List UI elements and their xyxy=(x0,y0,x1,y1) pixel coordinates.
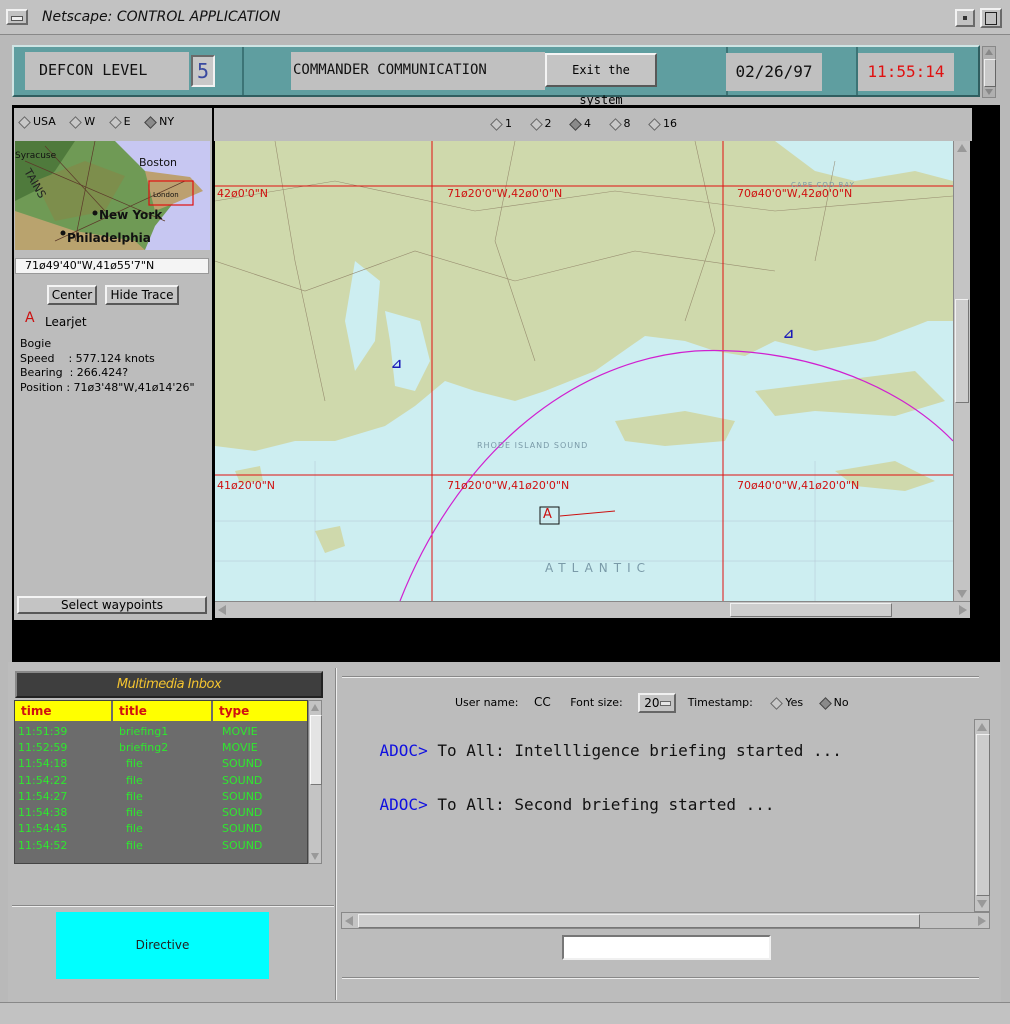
inbox-rows: 11:51:39 briefing1 MOVIE 11:52:59 briefing2… xyxy=(15,723,307,853)
zoom-option-16[interactable]: 16 xyxy=(648,117,677,131)
select-waypoints-button[interactable]: Select waypoints xyxy=(17,596,207,614)
chat-message-area[interactable]: ADOC> To All: Intellligence briefing sta… xyxy=(341,719,974,912)
region-selector: USA W E NY xyxy=(18,115,208,131)
hide-trace-button[interactable]: Hide Trace xyxy=(105,285,179,305)
map-vertical-scrollbar[interactable] xyxy=(953,141,970,601)
overview-label-syracuse: Syracuse xyxy=(15,151,57,161)
aircraft-track-icon[interactable]: A xyxy=(543,507,552,522)
map-horizontal-scrollbar[interactable] xyxy=(215,601,970,618)
username-value: CC xyxy=(533,695,551,709)
zoom-option-8[interactable]: 8 xyxy=(608,117,631,131)
zoom-selector: 1 2 4 8 16 xyxy=(490,117,710,133)
bogie-label: Bogie xyxy=(20,337,52,350)
inbox-col-type[interactable]: type xyxy=(213,701,307,721)
exit-system-button[interactable]: Exit the system xyxy=(545,53,657,107)
inbox-title: Multimedia Inbox xyxy=(15,671,323,698)
bogie-position: Position : 71ø3'48"W,41ø14'26" xyxy=(20,381,195,394)
clock-display: 11:55:14 xyxy=(858,53,954,91)
map-label-cape-cod-bay: CAPE COD BAY xyxy=(791,181,855,189)
region-option-usa[interactable]: USA xyxy=(18,115,56,129)
chat-vertical-scrollbar[interactable] xyxy=(974,719,990,912)
grid-label-71-20w-42n: 71ø20'0"W,42ø0'0"N xyxy=(447,187,563,200)
inbox-table: time title type 11:51:39 briefing1 MOVIE 1… xyxy=(14,700,308,864)
font-size-select[interactable]: 20 xyxy=(638,693,677,713)
overview-label-philadelphia: Philadelphia xyxy=(67,231,151,245)
chat-horizontal-scrollbar[interactable] xyxy=(341,912,990,929)
bogie-bearing: Bearing : 266.424? xyxy=(20,366,129,379)
inbox-scrollbar[interactable] xyxy=(308,700,322,864)
commander-communication-label: COMMANDER COMMUNICATION xyxy=(291,52,545,90)
aircraft-name: Learjet xyxy=(45,315,87,329)
overview-map[interactable]: Syracuse Boston TAINS London New York Ph… xyxy=(15,141,210,250)
region-option-e[interactable]: E xyxy=(108,115,131,129)
inbox-col-title[interactable]: title xyxy=(113,701,213,721)
timestamp-label: Timestamp: xyxy=(687,696,753,709)
chat-top-divider xyxy=(342,676,979,678)
inbox-header: time title type xyxy=(15,701,307,721)
table-row[interactable]: 11:51:39 briefing1 MOVIE xyxy=(15,723,307,739)
waypoint-icon[interactable]: ⊿ xyxy=(783,327,794,342)
region-option-w[interactable]: W xyxy=(69,115,95,129)
table-row[interactable]: 11:54:38 file SOUND xyxy=(15,804,307,820)
grid-label-41-20n: 41ø20'0"N xyxy=(217,479,276,492)
overview-label-london: London xyxy=(153,191,179,199)
map-label-rhode-island-sound: RHODE ISLAND SOUND xyxy=(477,441,589,450)
chat-input[interactable] xyxy=(562,935,771,960)
zoom-option-2[interactable]: 2 xyxy=(529,117,552,131)
bogie-speed: Speed : 577.124 knots xyxy=(20,352,155,365)
directive-button[interactable]: Directive xyxy=(56,912,269,979)
username-label: User name: xyxy=(455,696,519,709)
grid-label-42n: 42ø0'0"N xyxy=(217,187,269,200)
defcon-label: DEFCON LEVEL xyxy=(25,52,189,90)
table-row[interactable]: 11:54:52 file SOUND xyxy=(15,837,307,853)
chat-settings-row: User name: CC Font size: 20 Timestamp: Y… xyxy=(455,693,849,715)
map-canvas xyxy=(215,141,953,601)
zoom-option-1[interactable]: 1 xyxy=(490,117,512,131)
main-map[interactable]: 42ø0'0"N 71ø20'0"W,42ø0'0"N 70ø40'0"W,42… xyxy=(215,141,953,601)
minimize-button[interactable] xyxy=(955,9,975,27)
overview-label-new-york: New York xyxy=(99,208,163,222)
chat-message-sender: ADOC> xyxy=(379,741,428,760)
aircraft-icon: A xyxy=(25,310,35,326)
timestamp-yes-radio[interactable]: Yes xyxy=(770,696,803,710)
grid-label-70-40w-41-20n: 70ø40'0"W,41ø20'0"N xyxy=(737,479,860,492)
center-button[interactable]: Center xyxy=(47,285,97,305)
table-row[interactable]: 11:54:27 file SOUND xyxy=(15,788,307,804)
table-row[interactable]: 11:54:45 file SOUND xyxy=(15,821,307,837)
chat-message-sender: ADOC> xyxy=(379,795,428,814)
inbox-col-time[interactable]: time xyxy=(15,701,113,721)
date-display: 02/26/97 xyxy=(726,53,822,91)
cursor-coordinate-field: 71ø49'40"W,41ø55'7"N xyxy=(15,258,209,274)
defcon-level-value: 5 xyxy=(191,55,215,87)
timestamp-no-radio[interactable]: No xyxy=(818,696,849,710)
waypoint-icon[interactable]: ⊿ xyxy=(391,357,402,372)
table-row[interactable]: 11:54:18 file SOUND xyxy=(15,756,307,772)
chat-message: ADOC> To All: Second briefing started ..… xyxy=(341,778,974,832)
font-size-label: Font size: xyxy=(570,696,623,709)
table-row[interactable]: 11:52:59 briefing2 MOVIE xyxy=(15,739,307,755)
dropdown-icon xyxy=(660,701,672,706)
window-title: Netscape: CONTROL APPLICATION xyxy=(42,9,281,25)
header-scrollbar[interactable] xyxy=(982,46,996,98)
map-label-atlantic: ATLANTIC xyxy=(545,561,652,575)
chat-bottom-divider xyxy=(342,977,979,979)
window-menu-button[interactable] xyxy=(6,9,28,25)
window-bottom-border xyxy=(0,1002,1010,1024)
region-option-ny[interactable]: NY xyxy=(144,115,174,129)
maximize-button[interactable] xyxy=(980,8,1002,28)
chat-message-text: To All: Second briefing started ... xyxy=(427,795,775,814)
zoom-option-4[interactable]: 4 xyxy=(569,117,591,131)
overview-label-boston: Boston xyxy=(139,156,178,169)
table-row[interactable]: 11:54:22 file SOUND xyxy=(15,772,307,788)
chat-message: ADOC> To All: Intellligence briefing sta… xyxy=(341,724,974,778)
bottom-divider xyxy=(335,668,337,1000)
grid-label-71-20w-41-20n: 71ø20'0"W,41ø20'0"N xyxy=(447,479,570,492)
left-bottom-divider xyxy=(12,905,334,907)
title-bar: Netscape: CONTROL APPLICATION xyxy=(0,0,1010,35)
chat-message-text: To All: Intellligence briefing started .… xyxy=(427,741,842,760)
